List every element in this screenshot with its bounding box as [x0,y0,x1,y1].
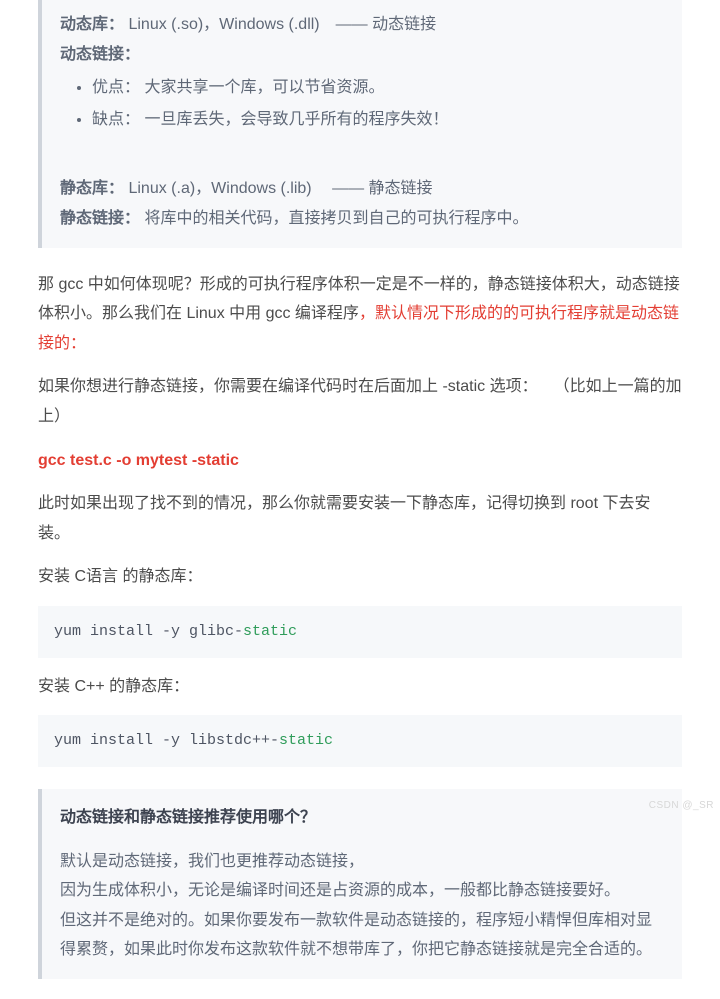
code-glibc-kw: static [243,623,297,640]
quote-line1: 默认是动态链接，我们也更推荐动态链接， [60,847,664,877]
code-cpp-a: yum install -y libstdc++- [54,732,279,749]
label-staticlink: 静态链接： [60,210,140,227]
command-text: gcc test.c -o mytest -static [38,452,239,469]
paragraph-gcc-intro: 那 gcc 中如何体现呢？形成的可执行程序体积一定是不一样的，静态链接体积大，动… [38,270,682,359]
paragraph-install-c: 安装 C语言 的静态库： [38,562,682,592]
text-staticlib: Linux (.a)，Windows (.lib) —— 静态链接 [128,180,432,197]
quote-libraries: 动态库： Linux (.so)，Windows (.dll) —— 动态链接 … [38,0,682,248]
label-staticlib: 静态库： [60,180,124,197]
command-static: gcc test.c -o mytest -static [38,446,682,476]
label-dynlib: 动态库： [60,16,124,33]
quote-line2: 因为生成体积小，无论是编译时间还是占资源的成本，一般都比静态链接要好。 [60,876,664,906]
paragraph-not-found: 此时如果出现了找不到的情况，那么你就需要安装一下静态库，记得切换到 root 下… [38,489,682,548]
label-pro: 优点： [92,79,140,96]
text-con: 一旦库丢失，会导致几乎所有的程序失效！ [144,111,448,128]
text-dynlib: Linux (.so)，Windows (.dll) —— 动态链接 [128,16,436,33]
label-con: 缺点： [92,111,140,128]
row-staticlib: 静态库： Linux (.a)，Windows (.lib) —— 静态链接 [60,174,664,204]
paragraph-static-option: 如果你想进行静态链接，你需要在编译代码时在后面加上 -static 选项： （比… [38,372,682,431]
quote-recommendation: 动态链接和静态链接推荐使用哪个？ 默认是动态链接，我们也更推荐动态链接， 因为生… [38,789,682,979]
spacer [60,152,664,174]
row-dynlib: 动态库： Linux (.so)，Windows (.dll) —— 动态链接 [60,10,664,40]
dynlink-list: 优点： 大家共享一个库，可以节省资源。 缺点： 一旦库丢失，会导致几乎所有的程序… [60,73,664,134]
text-pro: 大家共享一个库，可以节省资源。 [144,79,384,96]
row-dynlink-label: 动态链接： [60,40,664,70]
item-con: 缺点： 一旦库丢失，会导致几乎所有的程序失效！ [92,105,664,135]
code-install-glibc: yum install -y glibc-static [38,606,682,658]
row-staticlink: 静态链接： 将库中的相关代码，直接拷贝到自己的可执行程序中。 [60,204,664,234]
paragraph-install-cpp: 安装 C++ 的静态库： [38,672,682,702]
code-install-libstdcpp: yum install -y libstdc++-static [38,715,682,767]
quote-title: 动态链接和静态链接推荐使用哪个？ [60,803,664,833]
code-cpp-kw: static [279,732,333,749]
watermark: CSDN @_SR [649,797,714,816]
item-pro: 优点： 大家共享一个库，可以节省资源。 [92,73,664,103]
text-staticlink: 将库中的相关代码，直接拷贝到自己的可执行程序中。 [144,210,528,227]
label-dynlink: 动态链接： [60,46,140,63]
code-glibc-a: yum install -y glibc- [54,623,243,640]
quote-line3: 但这并不是绝对的。如果你要发布一款软件是动态链接的，程序短小精悍但库相对显得累赘… [60,906,664,965]
article-body: 动态库： Linux (.so)，Windows (.dll) —— 动态链接 … [0,0,720,999]
